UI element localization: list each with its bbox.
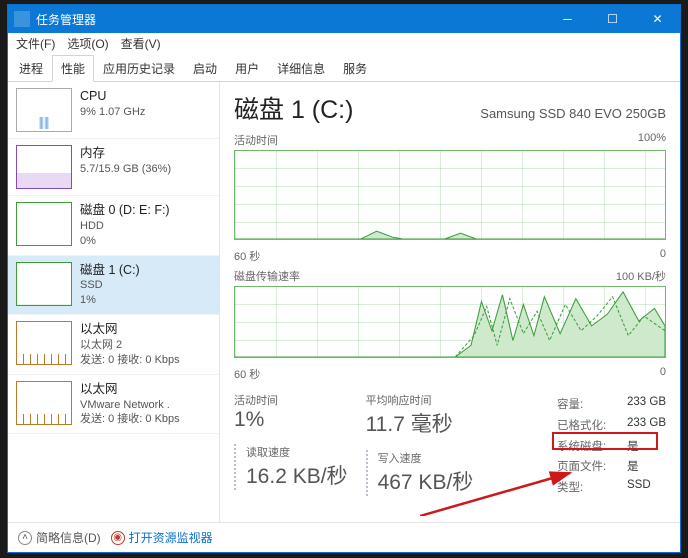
minimize-button[interactable]: ─ [545,5,590,33]
sidebar-item-eth2[interactable]: 以太网VMware Network .发送: 0 接收: 0 Kbps [8,375,219,435]
close-button[interactable]: ✕ [635,5,680,33]
footer: ˄简略信息(D) ◉打开资源监视器 [8,522,680,552]
app-icon [14,11,30,27]
eth-thumb [16,381,72,425]
chart2-foot: 60 秒 [234,366,260,382]
menubar: 文件(F) 选项(O) 查看(V) [8,33,680,53]
tabs: 进程 性能 应用历史记录 启动 用户 详细信息 服务 [8,53,680,82]
tab-history[interactable]: 应用历史记录 [94,55,184,81]
titlebar[interactable]: 任务管理器 ─ ☐ ✕ [8,5,680,33]
tab-performance[interactable]: 性能 [52,55,94,82]
window-title: 任务管理器 [36,11,545,28]
chart2-label: 磁盘传输速率 [234,268,300,284]
disk-thumb [16,262,72,306]
stat-read-label: 读取速度 [246,444,348,460]
tab-details[interactable]: 详细信息 [268,55,334,81]
chart2-right: 100 KB/秒 [616,268,666,284]
eth-thumb [16,321,72,365]
sidebar-label: CPU [80,88,145,105]
sidebar: CPU9% 1.07 GHz 内存5.7/15.9 GB (36%) 磁盘 0 … [8,82,220,522]
chart1-right: 100% [638,132,666,148]
device-name: Samsung SSD 840 EVO 250GB [480,106,666,121]
stat-active-val: 1% [234,408,348,432]
sidebar-item-eth1[interactable]: 以太网以太网 2发送: 0 接收: 0 Kbps [8,315,219,375]
resource-monitor-link[interactable]: ◉打开资源监视器 [111,529,213,546]
main-panel: 磁盘 1 (C:) Samsung SSD 840 EVO 250GB 活动时间… [220,82,680,522]
stat-active-label: 活动时间 [234,392,348,408]
mem-thumb [16,145,72,189]
tab-services[interactable]: 服务 [334,55,376,81]
tab-processes[interactable]: 进程 [10,55,52,81]
sidebar-label: 内存 [80,145,171,162]
transfer-chart [234,286,666,358]
stat-write-label: 写入速度 [378,450,474,466]
monitor-icon: ◉ [111,531,125,545]
page-title: 磁盘 1 (C:) [234,90,353,126]
sidebar-label: 磁盘 1 (C:) [80,262,140,279]
sidebar-item-memory[interactable]: 内存5.7/15.9 GB (36%) [8,139,219,196]
sidebar-item-cpu[interactable]: CPU9% 1.07 GHz [8,82,219,139]
stat-write-val: 467 KB/秒 [378,466,474,496]
menu-file[interactable]: 文件(F) [10,33,61,54]
sidebar-label: 以太网 [80,321,180,338]
collapse-button[interactable]: ˄简略信息(D) [18,529,101,546]
maximize-button[interactable]: ☐ [590,5,635,33]
menu-options[interactable]: 选项(O) [61,33,114,54]
sidebar-label: 以太网 [80,381,180,398]
chevron-up-icon: ˄ [18,531,32,545]
body: CPU9% 1.07 GHz 内存5.7/15.9 GB (36%) 磁盘 0 … [8,82,680,522]
stat-resp-val: 11.7 毫秒 [366,408,474,438]
chart1-label: 活动时间 [234,132,278,148]
sidebar-item-disk0[interactable]: 磁盘 0 (D: E: F:)HDD0% [8,196,219,256]
stat-read-val: 16.2 KB/秒 [246,460,348,490]
sidebar-label: 磁盘 0 (D: E: F:) [80,202,170,219]
tab-startup[interactable]: 启动 [184,55,226,81]
menu-view[interactable]: 查看(V) [115,33,167,54]
cpu-thumb [16,88,72,132]
chart1-foot: 60 秒 [234,248,260,264]
stat-resp-label: 平均响应时间 [366,392,474,408]
task-manager-window: 任务管理器 ─ ☐ ✕ 文件(F) 选项(O) 查看(V) 进程 性能 应用历史… [7,4,681,553]
tab-users[interactable]: 用户 [226,55,268,81]
activity-chart [234,150,666,240]
kv-table: 容量:233 GB 已格式化:233 GB 系统磁盘:是 页面文件:是 类型:S… [557,396,666,496]
sidebar-item-disk1[interactable]: 磁盘 1 (C:)SSD1% [8,256,219,316]
disk-thumb [16,202,72,246]
